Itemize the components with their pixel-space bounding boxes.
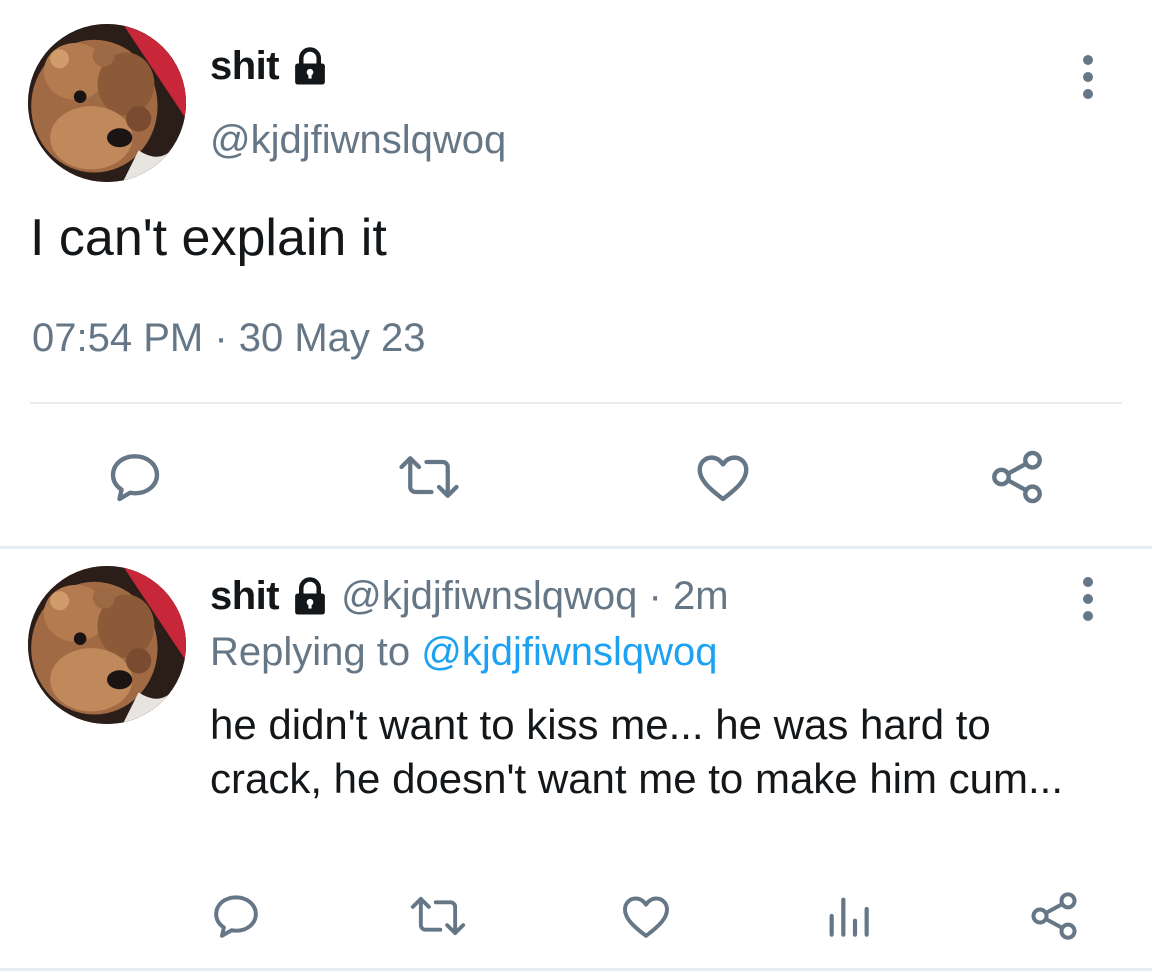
reply-author-row: shit @kjdjfiwnslqwoq · 2m: [210, 574, 729, 619]
stats-icon: [829, 897, 869, 937]
dog-avatar-image: [28, 24, 186, 182]
like-button[interactable]: [692, 446, 754, 508]
reply-icon: [110, 454, 160, 502]
author-row: shit: [210, 44, 331, 89]
section-divider: [0, 546, 1152, 549]
share-button[interactable]: [986, 446, 1048, 508]
replying-label: Replying to: [210, 630, 411, 674]
reply-icon: [214, 895, 258, 938]
share-icon: [992, 450, 1042, 504]
share-icon: [1031, 892, 1077, 940]
author-handle[interactable]: @kjdjfiwnslqwoq: [210, 118, 506, 163]
bottom-divider: [0, 968, 1152, 971]
tweet-text: he didn't want to kiss me... he was hard…: [210, 701, 1064, 802]
like-button[interactable]: [618, 888, 674, 944]
author-handle-time[interactable]: @kjdjfiwnslqwoq · 2m: [341, 574, 728, 619]
share-button[interactable]: [1026, 888, 1082, 944]
retweet-button[interactable]: [406, 888, 470, 944]
replying-to: Replying to @kjdjfiwnslqwoq: [210, 630, 718, 675]
lock-icon: [289, 46, 331, 88]
avatar[interactable]: [28, 24, 186, 182]
like-icon: [623, 896, 669, 938]
replying-mention-link[interactable]: @kjdjfiwnslqwoq: [421, 630, 717, 674]
lock-icon: [289, 576, 331, 618]
avatar[interactable]: [28, 566, 186, 724]
more-vertical-icon[interactable]: [1078, 576, 1098, 622]
dog-avatar-image: [28, 566, 186, 724]
reply-button[interactable]: [104, 446, 166, 508]
like-icon: [697, 455, 749, 502]
reply-button[interactable]: [208, 888, 264, 944]
tweet-text: I can't explain it: [30, 209, 387, 267]
main-tweet: shit @kjdjfiwnslqwoq I can't explain it …: [0, 0, 1152, 548]
author-name[interactable]: shit: [210, 574, 280, 619]
retweet-icon: [410, 896, 466, 936]
author-name[interactable]: shit: [210, 44, 280, 89]
stats-button[interactable]: [820, 888, 876, 944]
divider: [30, 402, 1122, 404]
tweet-timestamp: 07:54 PM · 30 May 23: [32, 316, 426, 360]
retweet-icon: [399, 456, 459, 498]
retweet-button[interactable]: [394, 446, 464, 508]
more-vertical-icon[interactable]: [1078, 54, 1098, 100]
